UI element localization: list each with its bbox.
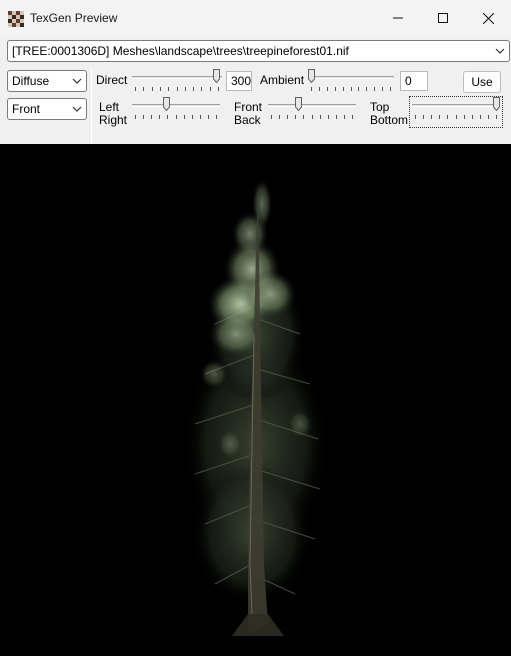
left-right-slider[interactable] bbox=[132, 95, 220, 123]
channel-select[interactable]: Diffuse bbox=[7, 70, 87, 92]
maximize-button[interactable] bbox=[420, 0, 466, 36]
toolbar: [TREE:0001306D] Meshes\landscape\trees\t… bbox=[0, 36, 511, 144]
title-bar: TexGen Preview bbox=[0, 0, 511, 36]
slider-ticks bbox=[135, 87, 219, 91]
window-title: TexGen Preview bbox=[30, 11, 118, 25]
view-select-value: Front bbox=[12, 102, 41, 116]
back-label: Back bbox=[234, 113, 261, 127]
mesh-selector-value: [TREE:0001306D] Meshes\landscape\trees\t… bbox=[12, 44, 349, 58]
right-label: Right bbox=[99, 113, 128, 127]
slider-thumb[interactable] bbox=[493, 97, 500, 111]
chevron-down-icon bbox=[72, 78, 82, 84]
slider-thumb[interactable] bbox=[295, 97, 302, 111]
view-select[interactable]: Front bbox=[7, 98, 87, 120]
slider-thumb[interactable] bbox=[163, 97, 170, 111]
preview-viewport[interactable] bbox=[0, 144, 511, 656]
maximize-icon bbox=[438, 13, 448, 23]
minimize-icon bbox=[393, 17, 403, 19]
bottom-label: Bottom bbox=[370, 113, 409, 127]
ambient-label: Ambient bbox=[260, 73, 305, 87]
tree-preview-image bbox=[184, 179, 328, 636]
lighting-panel: Direct 300 Ambient 0 Use Left Right Fron… bbox=[91, 67, 511, 144]
channel-select-value: Diffuse bbox=[12, 74, 50, 88]
texgen-app-icon bbox=[8, 11, 24, 27]
slider-thumb[interactable] bbox=[213, 69, 220, 83]
chevron-down-icon bbox=[495, 48, 505, 54]
ambient-slider[interactable] bbox=[308, 67, 394, 95]
close-button[interactable] bbox=[465, 0, 511, 36]
minimize-button[interactable] bbox=[375, 0, 421, 36]
direct-slider[interactable] bbox=[132, 67, 222, 95]
mesh-selector[interactable]: [TREE:0001306D] Meshes\landscape\trees\t… bbox=[7, 40, 510, 62]
use-button[interactable]: Use bbox=[463, 71, 501, 93]
top-bottom-slider[interactable] bbox=[412, 95, 500, 123]
ambient-value[interactable]: 0 bbox=[400, 71, 428, 91]
slider-ticks bbox=[415, 115, 497, 119]
slider-thumb[interactable] bbox=[308, 69, 315, 83]
front-back-slider[interactable] bbox=[268, 95, 356, 123]
close-icon bbox=[482, 12, 494, 24]
slider-ticks bbox=[311, 87, 391, 91]
direct-value[interactable]: 300 bbox=[226, 71, 252, 91]
slider-ticks bbox=[271, 115, 353, 119]
direct-label: Direct bbox=[96, 73, 128, 87]
chevron-down-icon bbox=[72, 106, 82, 112]
slider-ticks bbox=[135, 115, 217, 119]
